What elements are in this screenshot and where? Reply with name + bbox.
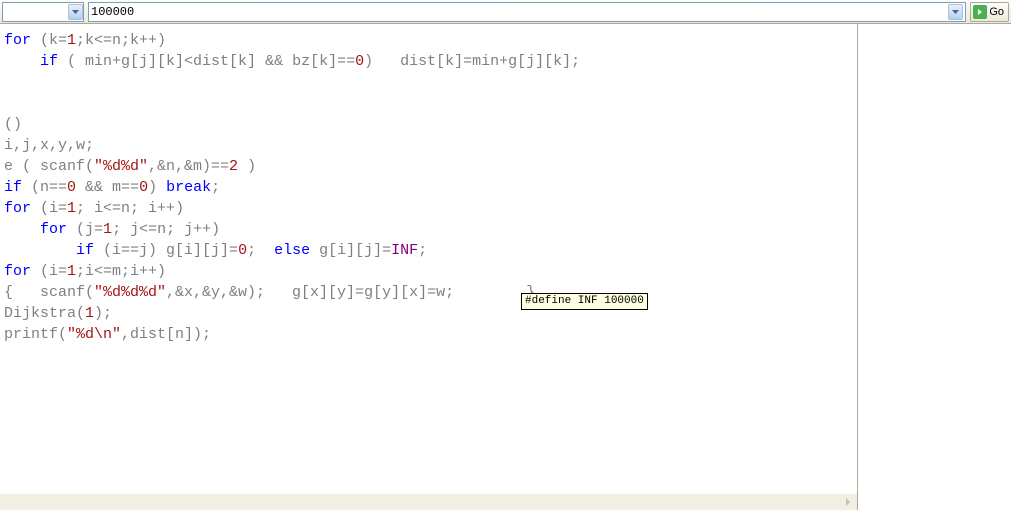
code-token: if [4,179,22,196]
code-token: (k= [31,32,67,49]
code-token: ,&n,&m)== [148,158,229,175]
go-arrow-icon [973,5,987,19]
code-token: ,&x,&y,&w); g[x][y]=g[y][x]=w; } [166,284,535,301]
horizontal-scrollbar[interactable] [0,494,857,510]
code-token: ; [211,179,220,196]
code-token: for [4,263,31,280]
code-editor[interactable]: for (k=1;k<=n;k++) if ( min+g[j][k]<dist… [0,24,858,510]
code-token: "%d%d" [94,158,148,175]
code-token: ; [418,242,427,259]
code-token: 0 [355,53,364,70]
code-token: (j= [67,221,103,238]
code-token: ,dist[n]); [121,326,211,343]
code-token: ) [238,158,256,175]
define-tooltip: #define INF 100000 [521,293,648,310]
code-token: ) dist[k]=min+g[j][k]; [364,53,580,70]
chevron-down-icon [948,4,963,20]
code-token: INF [391,242,418,259]
code-token: ; [247,242,274,259]
code-token: 1 [85,305,94,322]
code-line: i,j,x,y,w; [4,137,94,154]
code-token: ) [148,179,166,196]
code-token: "%d%d%d" [94,284,166,301]
code-token: (i==j) g[i][j]= [94,242,238,259]
code-token: 1 [67,263,76,280]
code-token: "%d\n" [67,326,121,343]
scope-dropdown[interactable] [2,2,84,22]
code-token: for [4,200,31,217]
chevron-down-icon [68,4,83,20]
go-button-label: Go [989,6,1004,18]
code-token: 1 [67,200,76,217]
code-token: 0 [238,242,247,259]
code-token: 1 [67,32,76,49]
code-token: ; j<=n; j++) [112,221,220,238]
code-token [4,53,40,70]
code-token: ;i<=m;i++) [76,263,166,280]
code-token: 0 [139,179,148,196]
code-token: ;k<=n;k++) [76,32,166,49]
code-token: { scanf( [4,284,94,301]
symbol-dropdown-text: 100000 [91,5,948,19]
code-token [4,242,76,259]
code-token [4,221,40,238]
code-token: for [40,221,67,238]
code-line: () [4,116,22,133]
code-token: if [40,53,58,70]
code-token: g[i][j]= [310,242,391,259]
code-token: ); [94,305,112,322]
code-token: for [4,32,31,49]
code-token: e ( scanf( [4,158,94,175]
code-token: ( min+g[j][k]<dist[k] && bz[k]== [58,53,355,70]
code-token: (i= [31,263,67,280]
code-token: && m== [76,179,139,196]
code-token: ; i<=n; i++) [76,200,184,217]
code-token: 2 [229,158,238,175]
tooltip-text: #define INF 100000 [525,295,644,307]
scroll-right-icon [841,495,855,509]
symbol-dropdown[interactable]: 100000 [88,2,966,22]
code-token: 0 [67,179,76,196]
code-token: (i= [31,200,67,217]
right-panel [858,24,1011,510]
go-button[interactable]: Go [970,2,1009,22]
code-token: else [274,242,310,259]
code-token: (n== [22,179,67,196]
content-wrap: for (k=1;k<=n;k++) if ( min+g[j][k]<dist… [0,24,1011,510]
toolbar: 100000 Go [0,0,1011,24]
code-token: Dijkstra( [4,305,85,322]
code-token: if [76,242,94,259]
code-token: printf( [4,326,67,343]
code-token: break [166,179,211,196]
code-token: 1 [103,221,112,238]
